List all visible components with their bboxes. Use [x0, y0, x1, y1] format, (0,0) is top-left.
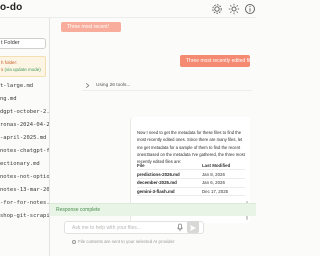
user-message: Three most recent!: [61, 22, 121, 32]
tools-label: Using 26 tools...: [96, 83, 131, 88]
file-item[interactable]: notes-not-optional-...: [0, 171, 49, 184]
privacy-footnote: File contents are sent to your selected …: [72, 239, 174, 244]
modified-date-cell: Jan 8, 2026: [201, 169, 245, 179]
chevron-right-icon: [85, 83, 90, 88]
modified-date-cell: Jan 6, 2026: [201, 178, 245, 188]
info-icon[interactable]: [244, 3, 256, 15]
file-item[interactable]: ectionary.md: [0, 158, 49, 171]
modified-date-cell: Dec 17, 2025: [201, 187, 245, 197]
footnote-text: File contents are sent to your selected …: [78, 239, 175, 244]
file-name-cell: december-2025.md: [137, 178, 202, 188]
warning-status: (via update mode): [4, 67, 41, 72]
gear-icon[interactable]: [211, 3, 223, 15]
folder-warning: h folder: s (via update mode): [0, 56, 46, 77]
status-banner: Response complete: [50, 203, 256, 216]
file-name-cell: predictions-2026.md: [137, 169, 202, 179]
column-header: Last Modified: [201, 161, 245, 171]
file-item[interactable]: notes-chatgpt-f...: [0, 145, 49, 158]
sidebar: t Folder h folder: s (via update mode) t…: [0, 18, 50, 256]
input-placeholder: Ask me to help with your files...: [72, 225, 141, 231]
warning-line-2: s (via update mode): [1, 67, 41, 72]
file-name-cell: gemini-3-flash.md: [137, 187, 202, 197]
file-item[interactable]: -for-for-notes.md: [0, 197, 49, 210]
app-header: o-do: [0, 0, 256, 18]
table-row: december-2025.md Jan 6, 2026: [137, 178, 245, 188]
sun-icon[interactable]: [228, 3, 240, 15]
tool-usage-row[interactable]: Using 26 tools...: [82, 82, 252, 91]
file-list: t-large.md ng.md dgpt-october-2... ronas…: [0, 80, 49, 223]
select-folder-button[interactable]: t Folder: [0, 38, 46, 49]
user-message: Three most recently edited files: [180, 55, 255, 67]
files-table: File Last Modified predictions-2026.md J…: [137, 161, 245, 197]
table-row: predictions-2026.md Jan 8, 2026: [137, 169, 245, 179]
microphone-icon[interactable]: [175, 221, 185, 234]
file-item[interactable]: notes-13-mar-202...: [0, 184, 49, 197]
app-title: o-do: [0, 2, 23, 13]
warning-line-1: h folder:: [1, 60, 18, 65]
column-header: File: [137, 161, 202, 171]
file-item[interactable]: shop-git-scrapin...: [0, 210, 49, 223]
file-item[interactable]: ng.md: [0, 93, 49, 106]
status-text: Response complete: [56, 207, 101, 213]
send-icon: [190, 225, 196, 231]
send-button[interactable]: [187, 221, 199, 233]
file-item[interactable]: dgpt-october-2...: [0, 106, 49, 119]
file-item[interactable]: ronas-2024-04-23...: [0, 119, 49, 132]
table-row: gemini-3-flash.md Dec 17, 2025: [137, 187, 245, 197]
table-header-row: File Last Modified: [137, 161, 245, 171]
info-icon: [72, 239, 76, 244]
file-item[interactable]: -april-2025.md: [0, 132, 49, 145]
file-item[interactable]: t-large.md: [0, 80, 49, 93]
assistant-text: Now I need to get the metadata for these…: [137, 130, 245, 165]
